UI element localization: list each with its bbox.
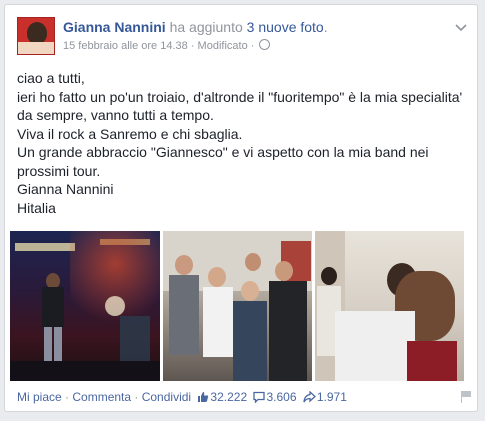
share-arrow-icon[interactable] (303, 390, 316, 406)
post-headline: Gianna Nannini ha aggiunto 3 nuove foto. (63, 19, 328, 35)
headline-period: . (323, 19, 328, 35)
timestamp-link[interactable]: 15 febbraio alle ore 14.38 (63, 40, 188, 52)
comment-count[interactable]: 3.606 (266, 390, 296, 404)
like-count[interactable]: 32.222 (210, 390, 247, 404)
post-line: ciao a tutti, (17, 70, 85, 86)
author-name-link[interactable]: Gianna Nannini (63, 19, 166, 35)
post-text: ciao a tutti, ieri ho fatto un po'un tro… (17, 69, 467, 217)
post-meta: 15 febbraio alle ore 14.38 · Modificato … (63, 39, 271, 52)
photo-concert-stage[interactable] (10, 231, 160, 381)
facebook-post: Gianna Nannini ha aggiunto 3 nuove foto.… (4, 4, 478, 412)
globe-icon[interactable] (259, 39, 271, 50)
thumbs-up-icon[interactable] (197, 391, 209, 406)
photo-group-backstage[interactable] (163, 231, 312, 381)
edited-link[interactable]: Modificato (198, 40, 248, 52)
meta-separator: · (187, 40, 198, 52)
author-avatar[interactable] (17, 17, 55, 55)
comment-button[interactable]: Commenta (72, 390, 131, 404)
photo-hug[interactable] (315, 231, 464, 381)
photos-link[interactable]: 3 nuove foto (247, 19, 324, 35)
post-line: Gianna Nannini (17, 181, 114, 197)
post-line: Hitalia (17, 199, 56, 216)
chevron-down-icon[interactable] (455, 19, 467, 35)
post-line: Viva il rock a Sanremo e chi sbaglia. (17, 125, 243, 142)
meta-separator: · (247, 40, 258, 52)
share-button[interactable]: Condividi (142, 390, 191, 404)
action-separator: · (131, 390, 142, 404)
flag-icon[interactable] (461, 391, 471, 403)
post-header: Gianna Nannini ha aggiunto 3 nuove foto.… (17, 17, 467, 61)
like-button[interactable]: Mi piace (17, 390, 62, 404)
action-separator: · (61, 390, 73, 404)
share-count[interactable]: 1.971 (317, 390, 347, 404)
post-actions: Mi piace · Commenta · Condividi 32.222 3… (17, 390, 467, 406)
action-text: ha aggiunto (169, 19, 243, 35)
post-line: ieri ho fatto un po'un troiaio, d'altron… (17, 88, 463, 124)
photo-grid (10, 231, 464, 381)
comment-bubble-icon[interactable] (253, 391, 266, 406)
post-line: Un grande abbraccio "Giannesco" e vi asp… (17, 144, 429, 179)
